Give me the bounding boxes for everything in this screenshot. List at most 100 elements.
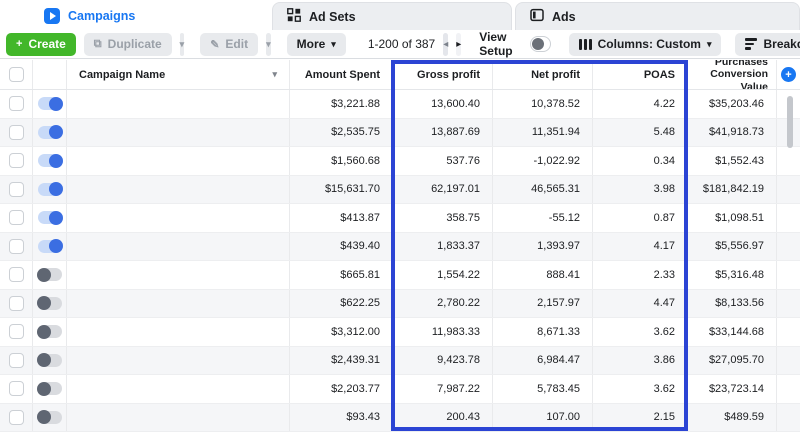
breakdown-button[interactable]: Breakdown ▾ [735, 32, 800, 56]
status-toggle[interactable] [37, 210, 63, 225]
poas-cell: 2.33 [593, 261, 688, 289]
campaign-name-cell[interactable] [67, 90, 290, 118]
row-checkbox[interactable] [8, 181, 24, 197]
campaign-name-cell[interactable] [67, 232, 290, 260]
table-body: $3,221.88 13,600.40 10,378.52 4.22 $35,2… [0, 90, 800, 432]
campaign-name-cell[interactable] [67, 289, 290, 317]
row-spacer-cell [777, 347, 800, 375]
gross-profit-cell: 358.75 [393, 204, 493, 232]
row-checkbox[interactable] [8, 153, 24, 169]
poas-cell: 3.98 [593, 175, 688, 203]
vertical-scrollbar[interactable] [787, 96, 793, 148]
toggle-knob [48, 96, 63, 111]
campaign-name-header[interactable]: Campaign Name ▾ [67, 60, 290, 89]
amount-spent-cell: $2,439.31 [290, 346, 393, 374]
status-toggle[interactable] [36, 324, 62, 339]
campaign-name-cell[interactable] [67, 147, 290, 175]
row-checkbox[interactable] [8, 238, 24, 254]
tab-campaigns[interactable]: Campaigns [30, 2, 230, 30]
gross-profit-cell: 11,983.33 [393, 318, 493, 346]
poas-cell: 4.17 [593, 232, 688, 260]
table-row: $2,439.31 9,423.78 6,984.47 3.86 $27,095… [0, 346, 800, 375]
net-profit-cell: 8,671.33 [493, 318, 593, 346]
purchases-conversion-value-cell: $181,842.19 [688, 175, 777, 203]
more-button[interactable]: More ▾ [286, 32, 346, 56]
row-checkbox[interactable] [8, 124, 24, 140]
campaign-name-cell[interactable] [67, 346, 290, 374]
next-page-button[interactable]: ▸ [456, 32, 462, 56]
campaign-name-cell[interactable] [67, 118, 290, 146]
row-toggle-cell [33, 289, 67, 317]
row-checkbox[interactable] [8, 210, 24, 226]
chevron-down-icon: ▾ [706, 38, 712, 49]
campaigns-folder-icon [44, 8, 60, 24]
tab-ad-sets[interactable]: Ad Sets [272, 2, 512, 30]
row-spacer-cell [777, 204, 800, 232]
poas-header[interactable]: POAS [593, 60, 688, 89]
toggle-knob [36, 324, 51, 339]
poas-cell: 3.86 [593, 346, 688, 374]
status-toggle[interactable] [37, 125, 63, 140]
row-checkbox[interactable] [8, 324, 24, 340]
status-toggle[interactable] [37, 153, 63, 168]
toggle-knob [531, 38, 544, 50]
gross-profit-cell: 9,423.78 [393, 346, 493, 374]
status-toggle[interactable] [36, 296, 62, 311]
campaign-name-cell[interactable] [67, 375, 290, 403]
row-checkbox[interactable] [8, 295, 24, 311]
status-toggle[interactable] [36, 410, 62, 425]
row-select-cell [0, 90, 33, 118]
net-profit-header[interactable]: Net profit [493, 60, 593, 89]
gross-profit-cell: 7,987.22 [393, 375, 493, 403]
create-button[interactable]: + Create [6, 32, 76, 56]
pencil-icon: ✎ [210, 38, 220, 51]
gross-profit-header[interactable]: Gross profit [393, 60, 493, 89]
edit-options-button[interactable]: ▾ [266, 32, 271, 56]
row-checkbox[interactable] [8, 381, 24, 397]
tab-ad-sets-label: Ad Sets [309, 9, 356, 24]
campaign-name-cell[interactable] [67, 175, 290, 203]
row-checkbox[interactable] [8, 96, 24, 112]
edit-button[interactable]: ✎ Edit [200, 32, 259, 56]
row-checkbox[interactable] [8, 352, 24, 368]
row-checkbox[interactable] [8, 267, 24, 283]
add-column-icon[interactable]: + [781, 67, 796, 82]
previous-page-button[interactable]: ◂ [443, 32, 449, 56]
duplicate-button[interactable]: ⧉ Duplicate [83, 32, 172, 56]
status-toggle[interactable] [37, 239, 63, 254]
status-toggle[interactable] [36, 381, 62, 396]
row-checkbox[interactable] [8, 409, 24, 425]
duplicate-options-button[interactable]: ▾ [179, 32, 185, 56]
amount-spent-header[interactable]: Amount Spent [290, 60, 393, 89]
amount-spent-cell: $15,631.70 [290, 175, 393, 203]
poas-cell: 3.62 [593, 375, 688, 403]
purchases-conversion-value-cell: $1,098.51 [688, 204, 777, 232]
campaign-name-cell[interactable] [67, 204, 290, 232]
net-profit-cell: 5,783.45 [493, 375, 593, 403]
table-row: $3,312.00 11,983.33 8,671.33 3.62 $33,14… [0, 318, 800, 347]
columns-button[interactable]: Columns: Custom ▾ [568, 32, 722, 56]
view-setup-toggle[interactable] [529, 36, 551, 52]
campaign-name-cell[interactable] [67, 261, 290, 289]
purchases-conversion-value-cell: $41,918.73 [688, 118, 777, 146]
purchases-conversion-value-cell: $33,144.68 [688, 318, 777, 346]
purchases-conversion-value-cell: $8,133.56 [688, 289, 777, 317]
row-spacer-cell [777, 176, 800, 204]
view-setup-control: View Setup [479, 30, 551, 58]
campaign-name-cell[interactable] [67, 403, 290, 431]
select-all-checkbox[interactable] [8, 67, 24, 82]
status-toggle[interactable] [37, 96, 63, 111]
status-toggle[interactable] [36, 353, 62, 368]
row-toggle-cell [33, 232, 67, 260]
purchases-conversion-value-header[interactable]: Purchases Conversion Value [688, 60, 777, 89]
net-profit-cell: 46,565.31 [493, 175, 593, 203]
purchases-conversion-value-cell: $27,095.70 [688, 346, 777, 374]
status-toggle[interactable] [37, 182, 63, 197]
row-select-cell [0, 403, 33, 431]
tab-ads[interactable]: Ads [515, 2, 800, 30]
row-select-cell [0, 147, 33, 175]
campaign-name-cell[interactable] [67, 318, 290, 346]
status-toggle[interactable] [36, 267, 62, 282]
table-row: $2,535.75 13,887.69 11,351.94 5.48 $41,9… [0, 118, 800, 147]
toggle-knob [48, 153, 63, 168]
